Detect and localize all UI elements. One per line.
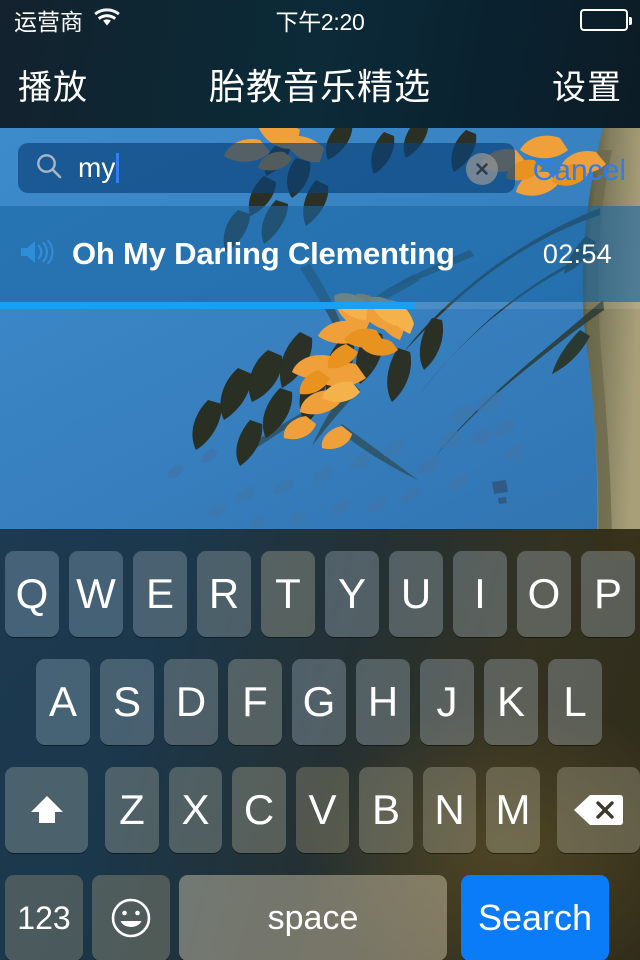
key-c[interactable]: C [232, 767, 286, 853]
key-r[interactable]: R [197, 551, 251, 637]
shift-up-arrow-icon [30, 796, 63, 823]
key-q[interactable]: Q [5, 551, 59, 637]
key-z[interactable]: Z [105, 767, 159, 853]
playback-progress-bar[interactable] [0, 302, 640, 309]
speaker-playing-icon [18, 237, 54, 272]
key-i[interactable]: I [453, 551, 507, 637]
text-caret [116, 153, 120, 183]
track-title: Oh My Darling Clementing [72, 236, 455, 271]
search-results-list: Oh My Darling Clementing 02:54 [0, 206, 640, 309]
shift-key[interactable] [5, 767, 89, 853]
keyboard-row-2: A S D F G H J K L [0, 659, 640, 745]
numeric-key[interactable]: 123 [5, 875, 83, 960]
search-input[interactable]: my [18, 143, 515, 193]
emoji-smiley-icon [111, 898, 151, 938]
search-query-text: my [78, 152, 116, 183]
key-w[interactable]: W [69, 551, 123, 637]
key-u[interactable]: U [389, 551, 443, 637]
backspace-delete-icon [574, 795, 624, 825]
nav-settings-button[interactable]: 设置 [552, 60, 622, 109]
space-key[interactable]: space [179, 875, 447, 960]
search-key[interactable]: Search [461, 875, 609, 960]
status-clock: 下午2:20 [275, 9, 365, 35]
key-h[interactable]: H [356, 659, 410, 745]
key-f[interactable]: F [228, 659, 282, 745]
search-bar: my Cancel [0, 128, 640, 206]
key-d[interactable]: D [164, 659, 218, 745]
key-p[interactable]: P [581, 551, 635, 637]
status-bar: 运营商 下午2:20 [0, 0, 640, 40]
key-e[interactable]: E [133, 551, 187, 637]
close-icon [476, 163, 488, 175]
key-k[interactable]: K [484, 659, 538, 745]
keyboard-row-4: 123 space Search [0, 875, 640, 960]
key-v[interactable]: V [295, 767, 350, 853]
track-duration: 02:54 [542, 238, 612, 269]
key-b[interactable]: B [359, 767, 413, 853]
on-screen-keyboard: Q W E R T Y U I O P A S D F G H J K L Z … [0, 529, 640, 960]
backspace-key[interactable] [556, 767, 640, 853]
page-title: 胎教音乐精选 [208, 66, 431, 107]
playback-progress-fill [0, 302, 416, 309]
key-t[interactable]: T [261, 551, 315, 637]
app-screen: 运营商 下午2:20 播放 胎教音乐精选 设置 my Cancel Oh My … [0, 0, 640, 960]
key-o[interactable]: O [517, 551, 571, 637]
keyboard-row-1: Q W E R T Y U I O P [0, 551, 640, 637]
list-item[interactable]: Oh My Darling Clementing 02:54 [0, 206, 640, 302]
clear-search-button[interactable] [466, 153, 498, 185]
key-m[interactable]: M [486, 767, 540, 853]
key-n[interactable]: N [422, 767, 477, 853]
key-g[interactable]: G [292, 659, 346, 745]
key-y[interactable]: Y [325, 551, 379, 637]
key-x[interactable]: X [168, 767, 223, 853]
key-j[interactable]: J [420, 659, 474, 745]
key-s[interactable]: S [100, 659, 154, 745]
cancel-search-button[interactable]: Cancel [533, 154, 626, 188]
key-l[interactable]: L [548, 659, 602, 745]
keyboard-row-3: Z X C V B N M [0, 767, 640, 853]
emoji-key[interactable] [92, 875, 170, 960]
battery-full-icon [580, 9, 632, 31]
key-a[interactable]: A [36, 659, 90, 745]
search-icon [34, 151, 64, 186]
